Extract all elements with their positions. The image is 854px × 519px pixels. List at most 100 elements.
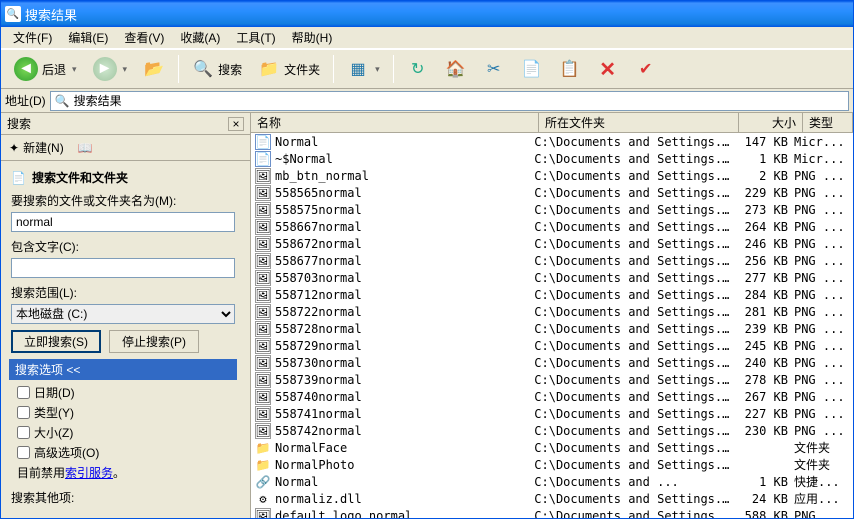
indexing-service-link[interactable]: 索引服务	[65, 466, 113, 480]
file-row[interactable]: 🖼558742normalC:\Documents and Settings..…	[251, 422, 853, 439]
menu-help[interactable]: 帮助(H)	[284, 27, 341, 48]
forward-button[interactable]: ► ▾	[86, 54, 135, 84]
file-row[interactable]: 🖼default_logo_normalC:\Documents and Set…	[251, 507, 853, 518]
cut-button[interactable]: ✂	[476, 54, 512, 84]
file-row[interactable]: 🖼558672normalC:\Documents and Settings..…	[251, 235, 853, 252]
file-row[interactable]: 🖼558575normalC:\Documents and Settings..…	[251, 201, 853, 218]
search-button[interactable]: 🔍 搜索	[185, 54, 249, 84]
file-icon: 🖼	[255, 168, 271, 184]
contains-input[interactable]	[11, 258, 235, 278]
file-folder: C:\Documents and Settings...	[534, 135, 731, 149]
file-name: normaliz.dll	[275, 492, 362, 506]
views-button[interactable]: ▦▾	[340, 54, 387, 84]
advanced-checkbox[interactable]	[17, 446, 30, 459]
file-list[interactable]: 📄NormalC:\Documents and Settings...147 K…	[251, 133, 853, 518]
search-result-icon: 🔍	[5, 6, 21, 22]
file-name: default_logo_normal	[275, 509, 412, 519]
delete-button[interactable]: ✕	[590, 54, 626, 84]
file-type: 文件夹	[794, 439, 853, 456]
menu-favorites[interactable]: 收藏(A)	[172, 27, 228, 48]
home-button[interactable]: 🏠	[438, 54, 474, 84]
file-size: 278 KB	[731, 373, 794, 387]
file-type: PNG ...	[794, 305, 853, 319]
file-folder: C:\Documents and ...	[534, 475, 731, 489]
forward-icon: ►	[93, 57, 117, 81]
file-icon: 🖼	[255, 372, 271, 388]
size-checkbox[interactable]	[17, 426, 30, 439]
help-button[interactable]: 📖	[78, 141, 93, 155]
folders-button[interactable]: 📁 文件夹	[251, 54, 327, 84]
menu-edit[interactable]: 编辑(E)	[60, 27, 116, 48]
copy-button[interactable]: 📄	[514, 54, 550, 84]
file-row[interactable]: 🖼558729normalC:\Documents and Settings..…	[251, 337, 853, 354]
file-icon: 🖼	[255, 355, 271, 371]
close-sidebar-button[interactable]: ×	[228, 117, 244, 131]
file-row[interactable]: 🔗NormalC:\Documents and ...1 KB快捷...	[251, 473, 853, 490]
file-icon: 📄	[255, 134, 271, 150]
file-row[interactable]: 🖼558740normalC:\Documents and Settings..…	[251, 388, 853, 405]
address-field[interactable]: 🔍 搜索结果	[50, 91, 849, 111]
file-type: PNG ...	[794, 356, 853, 370]
paste-button[interactable]: 📋	[552, 54, 588, 84]
file-name: 558722normal	[275, 305, 362, 319]
file-row[interactable]: 🖼558722normalC:\Documents and Settings..…	[251, 303, 853, 320]
search-now-button[interactable]: 立即搜索(S)	[11, 330, 101, 353]
scope-select[interactable]: 本地磁盘 (C:)	[11, 304, 235, 324]
file-type: PNG ...	[794, 407, 853, 421]
file-row[interactable]: 📄NormalC:\Documents and Settings...147 K…	[251, 133, 853, 150]
explorer-window: 🔍 搜索结果 文件(F) 编辑(E) 查看(V) 收藏(A) 工具(T) 帮助(…	[0, 0, 854, 519]
search-icon: 🔍	[192, 58, 214, 80]
refresh-button[interactable]: ↻	[400, 54, 436, 84]
filename-input[interactable]	[11, 212, 235, 232]
check-button[interactable]: ✔	[628, 54, 664, 84]
file-row[interactable]: 📁NormalPhotoC:\Documents and Settings...…	[251, 456, 853, 473]
col-size[interactable]: 大小	[739, 113, 803, 132]
file-type: PNG ...	[794, 254, 853, 268]
search-other-label: 搜索其他项:	[11, 491, 74, 505]
new-icon: ✦	[9, 141, 19, 155]
file-row[interactable]: 🖼558730normalC:\Documents and Settings..…	[251, 354, 853, 371]
menu-tools[interactable]: 工具(T)	[228, 27, 283, 48]
file-name: 558672normal	[275, 237, 362, 251]
file-row[interactable]: 🖼mb_btn_normalC:\Documents and Settings.…	[251, 167, 853, 184]
file-row[interactable]: 📁NormalFaceC:\Documents and Settings...文…	[251, 439, 853, 456]
file-row[interactable]: 🖼558741normalC:\Documents and Settings..…	[251, 405, 853, 422]
col-name[interactable]: 名称	[251, 113, 539, 132]
file-size: 147 KB	[731, 135, 794, 149]
file-type: PNG ...	[794, 288, 853, 302]
file-row[interactable]: 🖼558739normalC:\Documents and Settings..…	[251, 371, 853, 388]
titlebar[interactable]: 🔍 搜索结果	[1, 1, 853, 27]
file-row[interactable]: 📄~$NormalC:\Documents and Settings...1 K…	[251, 150, 853, 167]
search-options-toggle[interactable]: 搜索选项 <<	[9, 359, 237, 380]
chevron-down-icon: ▾	[123, 64, 128, 75]
up-button[interactable]: 📂	[136, 54, 172, 84]
file-row[interactable]: 🖼558712normalC:\Documents and Settings..…	[251, 286, 853, 303]
type-checkbox[interactable]	[17, 406, 30, 419]
file-folder: C:\Documents and Settings...	[534, 407, 731, 421]
file-row[interactable]: 🖼558728normalC:\Documents and Settings..…	[251, 320, 853, 337]
file-row[interactable]: 🖼558565normalC:\Documents and Settings..…	[251, 184, 853, 201]
date-checkbox[interactable]	[17, 386, 30, 399]
col-type[interactable]: 类型	[803, 113, 853, 132]
stop-search-button[interactable]: 停止搜索(P)	[109, 330, 199, 353]
file-row[interactable]: 🖼558703normalC:\Documents and Settings..…	[251, 269, 853, 286]
menu-view[interactable]: 查看(V)	[116, 27, 172, 48]
file-row[interactable]: 🖼558667normalC:\Documents and Settings..…	[251, 218, 853, 235]
file-type: PNG ...	[794, 339, 853, 353]
refresh-icon: ↻	[407, 58, 429, 80]
folder-up-icon: 📂	[143, 58, 165, 80]
file-folder: C:\Documents and Settings...	[534, 288, 731, 302]
file-type: PNG ...	[794, 237, 853, 251]
file-type: Micr...	[794, 152, 853, 166]
file-folder: C:\Documents and Settings...	[534, 458, 731, 472]
col-folder[interactable]: 所在文件夹	[539, 113, 739, 132]
file-row[interactable]: 🖼558677normalC:\Documents and Settings..…	[251, 252, 853, 269]
new-search-button[interactable]: ✦新建(N)	[9, 139, 64, 156]
book-icon: 📖	[78, 141, 93, 155]
search-form-header: 搜索文件和文件夹	[32, 169, 128, 186]
file-size: 588 KB	[731, 509, 794, 519]
file-row[interactable]: ⚙normaliz.dllC:\Documents and Settings..…	[251, 490, 853, 507]
menu-file[interactable]: 文件(F)	[5, 27, 60, 48]
paste-icon: 📋	[559, 58, 581, 80]
back-button[interactable]: ◄ 后退 ▾	[7, 54, 84, 84]
